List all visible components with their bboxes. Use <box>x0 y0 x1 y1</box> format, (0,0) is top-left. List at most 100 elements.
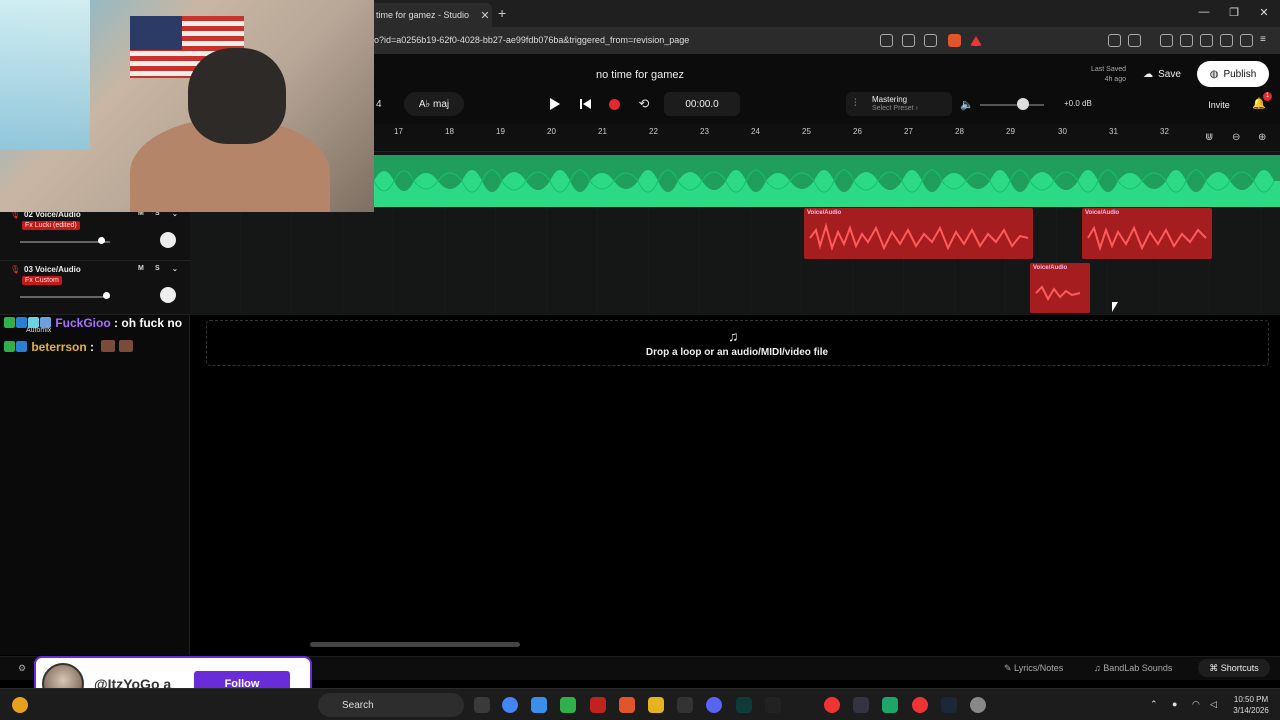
maximize-icon[interactable]: ❐ <box>1224 6 1244 19</box>
zoom-out-icon[interactable]: ⊖ <box>1232 132 1240 143</box>
chat-username: beterrson <box>31 340 87 354</box>
mic-icon[interactable]: ● <box>1172 699 1177 709</box>
audio-region-track-01[interactable] <box>374 155 1280 207</box>
chevron-up-icon[interactable]: ⌃ <box>1150 699 1158 710</box>
track-volume-slider[interactable] <box>20 296 110 298</box>
share-icon[interactable] <box>924 34 937 47</box>
discord-icon[interactable] <box>706 697 722 713</box>
folder-icon[interactable] <box>648 697 664 713</box>
left-panel <box>0 315 190 655</box>
app-icon[interactable] <box>912 697 928 713</box>
qr-icon[interactable] <box>880 34 893 47</box>
reader-icon[interactable] <box>1180 34 1193 47</box>
record-button[interactable] <box>604 95 624 113</box>
track-volume-knob[interactable] <box>98 237 105 244</box>
window-light <box>0 0 90 150</box>
pan-knob[interactable] <box>160 287 176 303</box>
browser-tab[interactable]: time for gamez - Studio ✕ <box>368 3 492 27</box>
save-button[interactable]: ☁ Save <box>1134 62 1190 86</box>
publish-button[interactable]: ◍ Publish <box>1197 61 1269 87</box>
url-input[interactable]: o?id=a0256b19-62f0-4028-bb27-ae99fdb076b… <box>374 35 689 45</box>
new-tab-icon[interactable]: + <box>498 5 506 21</box>
brave-icon[interactable] <box>619 697 635 713</box>
pan-knob[interactable] <box>160 232 176 248</box>
loop-button[interactable]: ⟲ <box>634 95 654 113</box>
xbox-icon[interactable] <box>560 697 576 713</box>
ruler-tick: 24 <box>751 127 760 136</box>
fx-badge[interactable]: Fx Lucki (edited) <box>22 221 80 230</box>
track-header-02[interactable]: 🎙 02 Voice/Audio M S ⌄ Fx Lucki (edited) <box>0 206 190 261</box>
window-close-icon[interactable]: ✕ <box>1254 6 1274 19</box>
tab-close-icon[interactable]: ✕ <box>478 9 492 22</box>
chat-text: : <box>90 340 95 354</box>
track-header-03[interactable]: 🎙 03 Voice/Audio M S ⌄ Fx Custom <box>0 261 190 315</box>
rewind-button[interactable] <box>575 95 595 113</box>
lyrics-button[interactable]: ✎ Lyrics/Notes <box>1004 663 1063 674</box>
clock[interactable]: 10:50 PM 3/14/2026 <box>1226 694 1276 716</box>
opera-icon[interactable] <box>824 697 840 713</box>
wifi-icon[interactable]: ◠ <box>1192 699 1200 710</box>
skip-bar-icon <box>579 99 582 109</box>
key-number[interactable]: 4 <box>376 99 382 110</box>
command-icon: ⌘ <box>1209 662 1221 673</box>
shortcuts-button[interactable]: ⌘ Shortcuts <box>1198 659 1270 677</box>
project-title[interactable]: no time for gamez <box>540 69 740 81</box>
settings-gear-icon[interactable] <box>970 697 986 713</box>
chat-message: beterrson : <box>4 340 134 354</box>
taskbar-search[interactable]: Search <box>318 693 464 717</box>
mouse-cursor-icon <box>1112 302 1118 312</box>
settings-icon[interactable]: ⚙ <box>18 663 26 674</box>
steam-icon[interactable] <box>941 697 957 713</box>
ruler-tick: 28 <box>955 127 964 136</box>
automix-label[interactable]: Automix <box>26 327 51 334</box>
chrome-icon[interactable] <box>502 697 518 713</box>
solo-button[interactable]: S <box>155 265 160 272</box>
wallet-icon[interactable] <box>1200 34 1213 47</box>
audio-region[interactable]: Voice/Audio <box>1030 263 1090 313</box>
app-icon[interactable] <box>736 697 752 713</box>
ruler-tick: 30 <box>1058 127 1067 136</box>
sidebar-icon[interactable] <box>1128 34 1141 47</box>
master-volume-knob[interactable] <box>1017 98 1029 110</box>
track-volume-slider[interactable] <box>20 241 110 243</box>
cast-icon[interactable] <box>902 34 915 47</box>
weather-icon[interactable] <box>12 697 28 713</box>
fx-badge[interactable]: Fx Custom <box>22 276 62 285</box>
cloud-icon: ☁ <box>1143 68 1154 80</box>
chevron-down-icon[interactable]: ⌄ <box>172 265 178 273</box>
minimize-icon[interactable]: — <box>1194 6 1214 18</box>
vpn-icon[interactable] <box>1240 34 1253 47</box>
bandlab-sounds-button[interactable]: ♫ BandLab Sounds <box>1094 663 1172 673</box>
keyboard-icon[interactable] <box>765 697 781 713</box>
region-label: Voice/Audio <box>807 210 842 216</box>
rewards-icon[interactable] <box>970 36 982 46</box>
capcut-icon[interactable] <box>677 697 693 713</box>
extension-icon[interactable] <box>1108 34 1121 47</box>
menu-icon[interactable]: ≡ <box>1260 34 1273 47</box>
master-mute-icon[interactable]: 🔈 <box>960 98 974 111</box>
ruler-tick: 22 <box>649 127 658 136</box>
copilot-icon[interactable] <box>531 697 547 713</box>
leo-icon[interactable] <box>1220 34 1233 47</box>
master-volume-slider[interactable] <box>980 104 1044 106</box>
brave-shield-icon[interactable] <box>948 34 961 47</box>
skip-back-icon <box>582 99 591 109</box>
audio-region[interactable]: Voice/Audio <box>1082 208 1212 259</box>
app-icon[interactable] <box>882 697 898 713</box>
track-volume-knob[interactable] <box>103 292 110 299</box>
task-view-icon[interactable] <box>474 697 490 713</box>
scale-button[interactable]: A♭ maj <box>404 92 464 116</box>
play-button[interactable] <box>545 95 565 113</box>
app-icon[interactable] <box>853 697 869 713</box>
zoom-in-icon[interactable]: ⊕ <box>1258 132 1266 143</box>
snap-magnet-icon[interactable]: ⋓ <box>1205 132 1213 143</box>
volume-icon[interactable]: ◁ <box>1210 699 1217 710</box>
horizontal-scrollbar[interactable] <box>310 642 520 647</box>
mastering-button[interactable]: ⫶ Mastering Select Preset › <box>846 92 952 116</box>
music-icon[interactable] <box>1160 34 1173 47</box>
audio-region[interactable]: Voice/Audio <box>804 208 1033 259</box>
app-icon[interactable] <box>590 697 606 713</box>
screen: time for gamez - Studio ✕ + — ❐ ✕ o?id=a… <box>0 0 1280 720</box>
mute-button[interactable]: M <box>138 265 144 272</box>
invite-button[interactable]: Invite <box>1198 96 1240 114</box>
